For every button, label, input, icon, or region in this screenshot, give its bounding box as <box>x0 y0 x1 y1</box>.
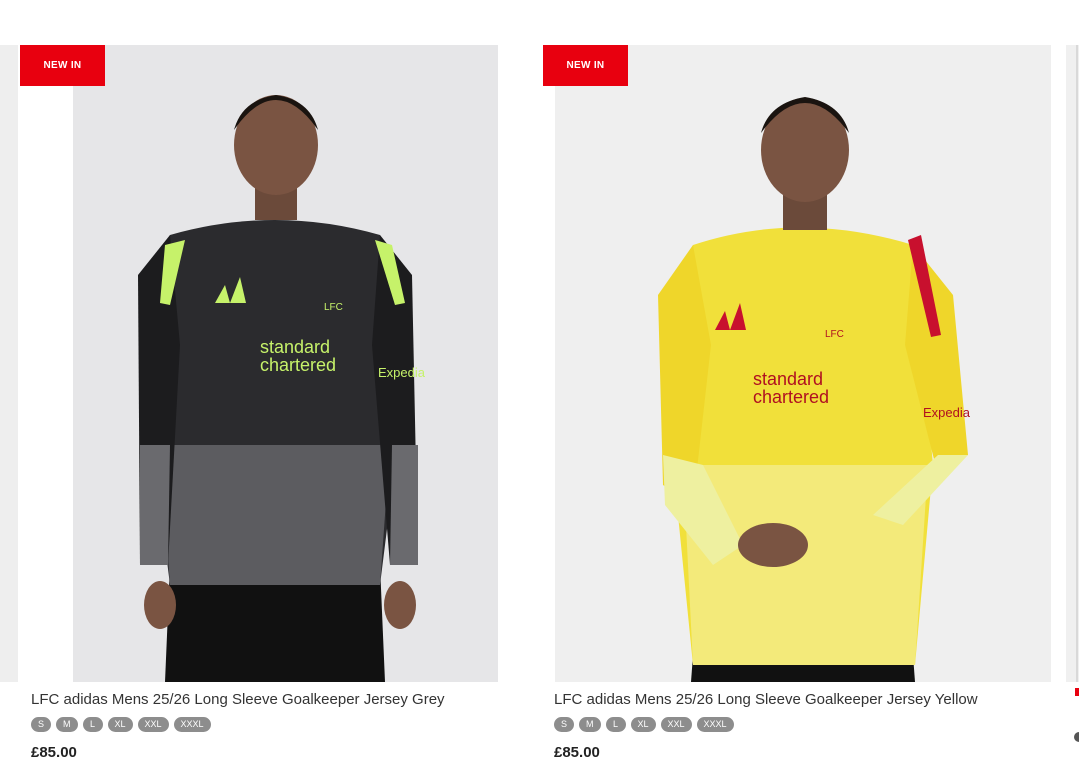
product-grid: NEW IN standard chartered LFC Expedia LF… <box>0 0 1079 761</box>
size-pill[interactable]: XXL <box>137 717 169 732</box>
size-pill[interactable]: XXXL <box>696 717 734 732</box>
product-price: £85.00 <box>31 744 77 761</box>
product-card-grey[interactable]: NEW IN standard chartered LFC Expedia LF… <box>20 45 528 761</box>
sponsor-text-line2: chartered <box>260 355 336 375</box>
product-card-yellow[interactable]: NEW IN standard chartered LFC Expedia LF… <box>543 45 1051 761</box>
scrollbar-track[interactable] <box>1076 45 1078 682</box>
next-card-edge <box>1066 45 1079 682</box>
size-pill[interactable]: XXXL <box>173 717 211 732</box>
model-photo-yellow: standard chartered LFC Expedia <box>658 97 971 682</box>
product-title[interactable]: LFC adidas Mens 25/26 Long Sleeve Goalke… <box>554 691 978 708</box>
model-photo-grey: standard chartered LFC Expedia <box>138 95 426 682</box>
size-pill[interactable]: XXL <box>660 717 692 732</box>
product-price: £85.00 <box>554 744 600 761</box>
size-pill[interactable]: XL <box>630 717 656 732</box>
size-list: S M L XL XXL XXXL <box>554 717 734 732</box>
size-pill[interactable]: L <box>605 717 626 732</box>
sponsor-text-line1: standard <box>260 337 330 357</box>
size-pill[interactable]: M <box>56 717 78 732</box>
size-pill[interactable]: M <box>579 717 601 732</box>
size-pill[interactable]: S <box>31 717 52 732</box>
size-list: S M L XL XXL XXXL <box>31 717 211 732</box>
next-card-size-fragment <box>1074 732 1079 742</box>
product-image[interactable]: NEW IN standard chartered LFC Expedia <box>20 45 528 682</box>
product-title[interactable]: LFC adidas Mens 25/26 Long Sleeve Goalke… <box>31 691 445 708</box>
new-in-badge: NEW IN <box>543 45 628 86</box>
sponsor-text-line2: chartered <box>753 387 829 407</box>
size-pill[interactable]: S <box>554 717 575 732</box>
size-pill[interactable]: XL <box>107 717 133 732</box>
size-pill[interactable]: L <box>82 717 103 732</box>
crest-text: LFC <box>324 302 343 313</box>
next-card-badge-fragment <box>1075 688 1079 696</box>
sleeve-text: Expedia <box>923 405 971 420</box>
new-in-badge: NEW IN <box>20 45 105 86</box>
product-image[interactable]: NEW IN standard chartered LFC Expedia <box>543 45 1051 682</box>
sponsor-text-line1: standard <box>753 369 823 389</box>
sleeve-text: Expedia <box>378 365 426 380</box>
crest-text: LFC <box>825 329 844 340</box>
